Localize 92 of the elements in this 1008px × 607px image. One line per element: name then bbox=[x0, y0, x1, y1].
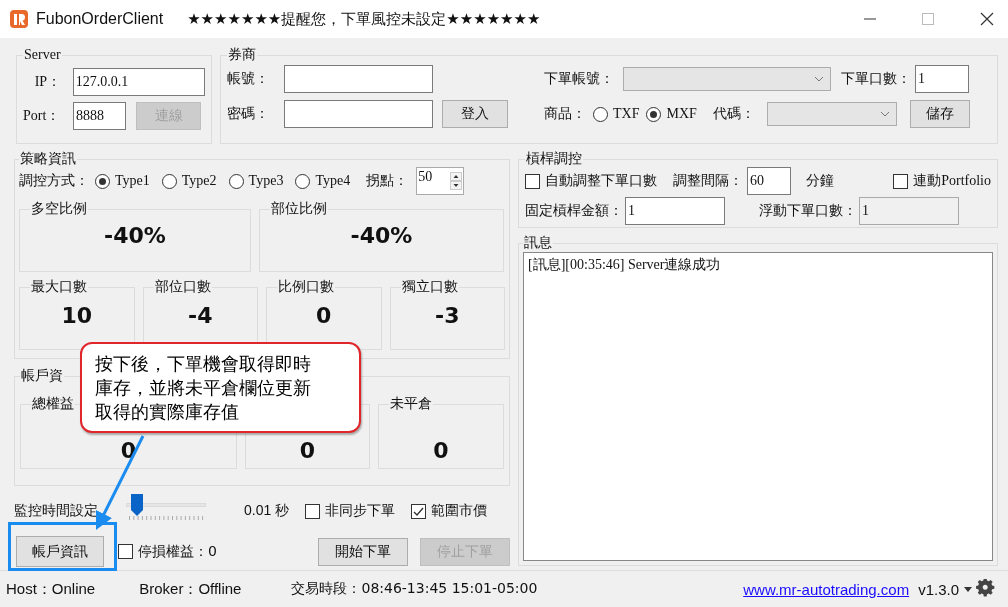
group-title: Server bbox=[23, 48, 62, 62]
log-line: [訊息][00:35:46] Server連線成功 bbox=[528, 256, 722, 274]
chevron-down-icon bbox=[879, 111, 890, 117]
radio-button[interactable] bbox=[646, 106, 662, 122]
value-text: -3 bbox=[434, 302, 461, 330]
callout: 按下後，下單機會取得即時庫存，並將未平倉欄位更新取得的實際庫存值 bbox=[80, 342, 361, 433]
field-label: 調整間隔： bbox=[673, 172, 743, 190]
field-label: 下單口數： bbox=[841, 70, 911, 88]
field-label: 調控方式： bbox=[19, 172, 89, 190]
field-label: 密碼： bbox=[227, 105, 270, 123]
box-label: 總權益 bbox=[31, 397, 75, 411]
field-label: 代碼： bbox=[712, 105, 755, 123]
value-text: -4 bbox=[187, 302, 214, 330]
radio-label: TXF bbox=[613, 106, 640, 122]
group-title: 券商 bbox=[227, 48, 257, 62]
group-title: 策略資訊 bbox=[19, 152, 77, 166]
group-title: 帳戶資 bbox=[20, 369, 64, 383]
input-field[interactable]: 127.0.0.1 bbox=[72, 68, 205, 96]
chevron-down-icon bbox=[814, 76, 824, 82]
radio-label: Type4 bbox=[315, 173, 351, 189]
account-info-button[interactable]: 帳戶資訊 bbox=[16, 536, 104, 567]
settings-icon[interactable] bbox=[976, 579, 996, 599]
checkbox[interactable] bbox=[525, 173, 540, 189]
box-label: 部位口數 bbox=[153, 280, 212, 294]
field-label: 拐點： bbox=[366, 172, 409, 190]
radio-label: MXF bbox=[666, 106, 697, 122]
input-field[interactable]: 1 bbox=[625, 197, 725, 225]
window-title: FubonOrderClient bbox=[36, 10, 164, 28]
value-text: 0 bbox=[298, 440, 317, 462]
group-title: 槓桿調控 bbox=[525, 152, 583, 166]
value-text: -40% bbox=[103, 222, 167, 250]
checkbox[interactable] bbox=[411, 503, 427, 519]
status-text: 交易時段：08:46-13:45 15:01-05:00 bbox=[291, 580, 538, 598]
field-label: 固定槓桿金額： bbox=[525, 202, 623, 220]
status-text: Host：Online bbox=[6, 579, 96, 599]
input-field[interactable] bbox=[284, 65, 433, 93]
box-label: 多空比例 bbox=[30, 202, 88, 216]
box-label: 部位比例 bbox=[270, 202, 328, 216]
input-field[interactable]: 60 bbox=[747, 167, 791, 195]
website-link[interactable]: www.mr-autotrading.com bbox=[743, 580, 910, 598]
checkbox[interactable] bbox=[305, 503, 321, 519]
radio-button[interactable] bbox=[161, 173, 177, 189]
field-label: 帳號： bbox=[227, 70, 270, 88]
radio-label: Type1 bbox=[115, 173, 150, 189]
input-field[interactable]: 1 bbox=[915, 65, 969, 93]
field-label: 監控時間設定 bbox=[14, 502, 99, 520]
field-label: 下單帳號： bbox=[544, 70, 614, 88]
radio-button[interactable] bbox=[95, 173, 110, 189]
value-text: 10 bbox=[60, 302, 94, 330]
unit-text: 分鐘 bbox=[806, 172, 834, 190]
checkbox-label: 範圍市價 bbox=[431, 502, 488, 520]
close-icon[interactable] bbox=[980, 12, 994, 26]
radio-label: Type3 bbox=[248, 173, 284, 189]
spin-down-icon[interactable] bbox=[450, 181, 463, 190]
caret-icon[interactable] bbox=[964, 586, 972, 592]
input-field[interactable]: 1 bbox=[859, 197, 959, 225]
spin-up-icon[interactable] bbox=[450, 172, 463, 181]
box-label: 獨立口數 bbox=[400, 280, 459, 294]
value-text: -40% bbox=[349, 222, 414, 250]
checkbox[interactable] bbox=[893, 173, 909, 189]
status-text: Broker：Offline bbox=[139, 579, 242, 599]
spin-box[interactable]: 50 bbox=[416, 167, 465, 195]
radio-label: Type2 bbox=[181, 173, 217, 189]
radio-button[interactable] bbox=[593, 106, 608, 122]
field-label: 浮動下單口數： bbox=[759, 202, 857, 220]
input-field[interactable] bbox=[284, 100, 433, 128]
start-order-button[interactable]: 開始下單 bbox=[318, 537, 408, 566]
slider-thumb[interactable] bbox=[130, 493, 143, 516]
checkbox[interactable] bbox=[118, 544, 133, 559]
value-text: 0 bbox=[432, 440, 450, 462]
input-field[interactable]: 8888 bbox=[73, 102, 126, 130]
slider-reading: 0.01 秒 bbox=[244, 502, 290, 520]
checkbox-label: 自動調整下單口數 bbox=[545, 172, 657, 190]
radio-button[interactable] bbox=[295, 173, 311, 189]
field-label: IP： bbox=[33, 73, 63, 91]
value-text: 0 bbox=[119, 440, 138, 462]
box-label: 未平倉 bbox=[389, 397, 433, 411]
app-logo-icon bbox=[9, 9, 29, 29]
checkbox-label: 連動Portfolio bbox=[913, 172, 991, 190]
group-title: 訊息 bbox=[523, 236, 553, 250]
value-text: 0 bbox=[315, 302, 333, 330]
radio-button[interactable] bbox=[228, 173, 244, 189]
field-label: 商品： bbox=[544, 105, 586, 123]
version-text: v1.3.0 bbox=[918, 580, 959, 598]
checkbox-label: 非同步下單 bbox=[325, 502, 396, 520]
notice-text: ★★★★★★★提醒您，下單風控未設定★★★★★★★ bbox=[187, 9, 541, 29]
field-label: Port： bbox=[23, 107, 62, 125]
login-button[interactable]: 登入 bbox=[442, 100, 508, 128]
box-label: 最大口數 bbox=[30, 280, 88, 294]
save-button[interactable]: 儲存 bbox=[909, 100, 970, 128]
checkbox-label: 停損權益：0 bbox=[138, 542, 217, 561]
box-label: 比例口數 bbox=[277, 280, 335, 294]
